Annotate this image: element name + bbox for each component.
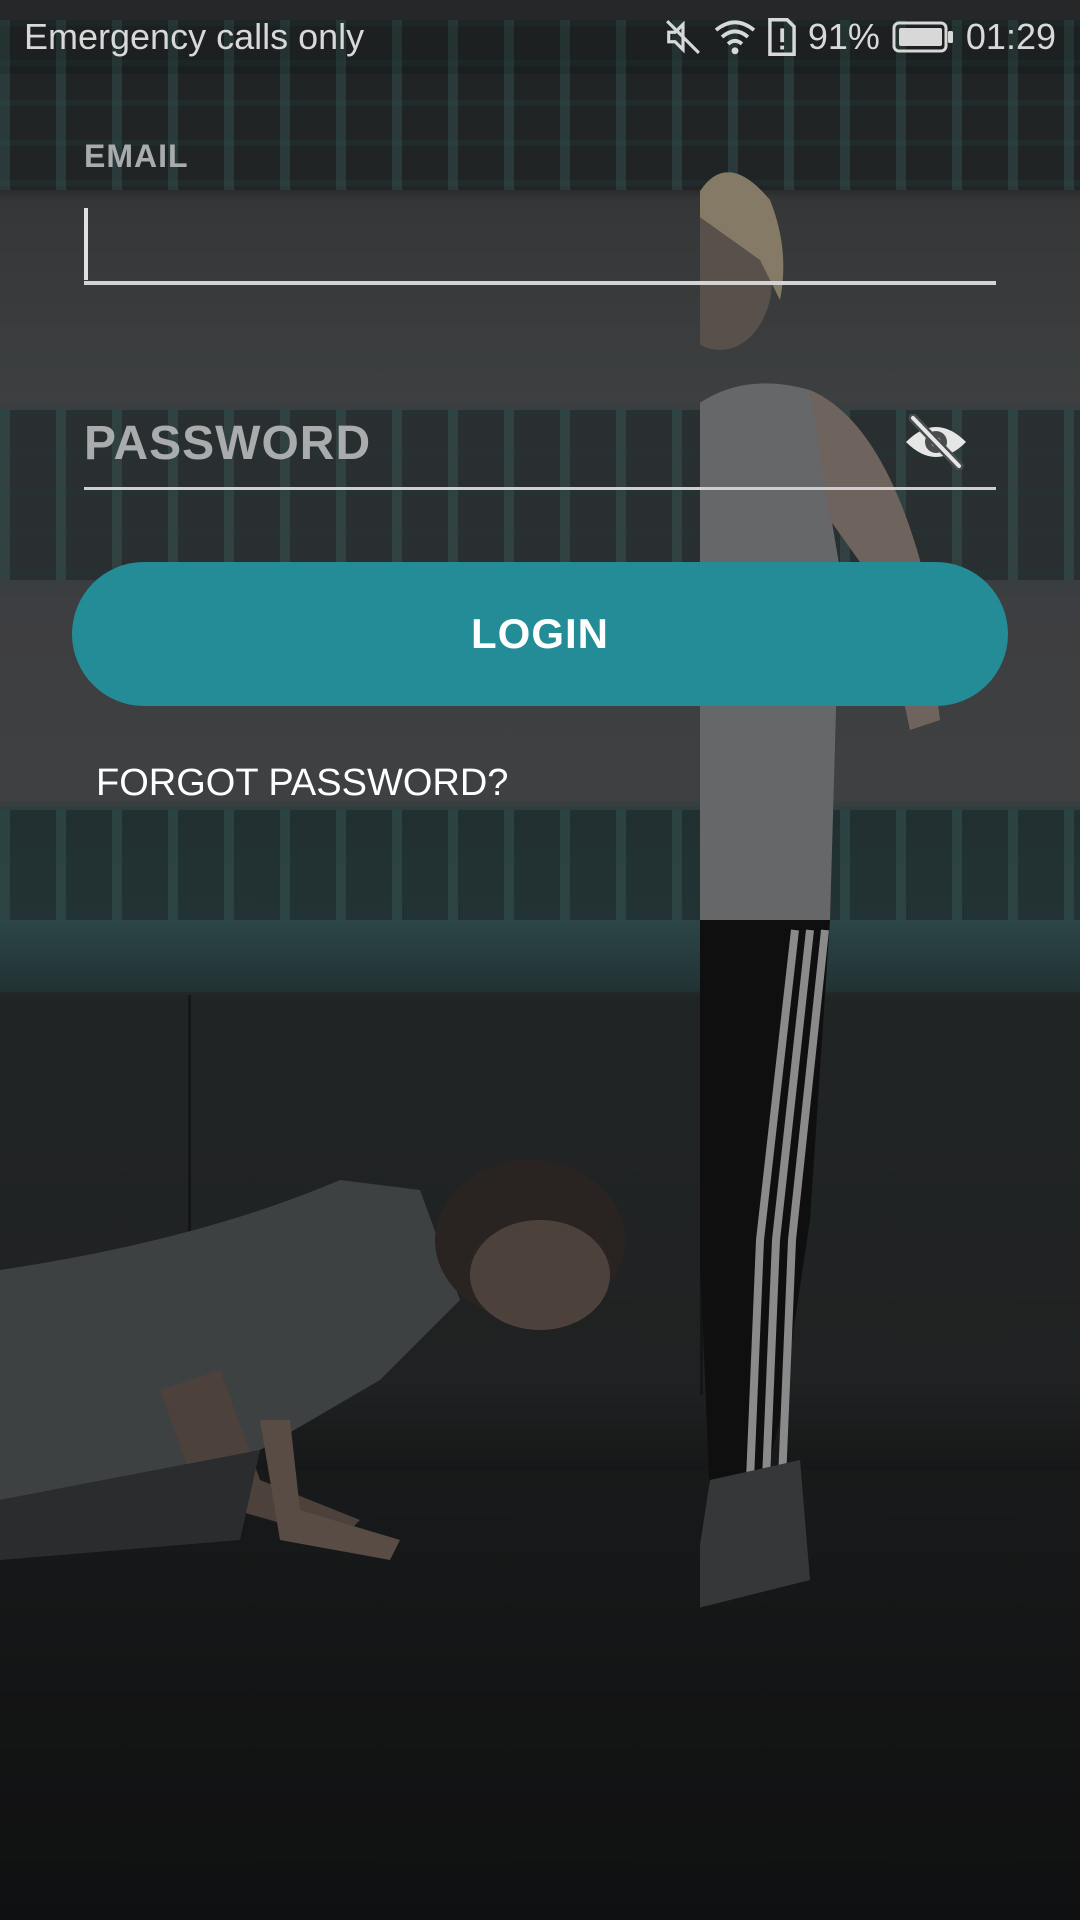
email-field[interactable] bbox=[84, 205, 996, 285]
status-icons: 91% 01:29 bbox=[664, 16, 1056, 58]
carrier-text: Emergency calls only bbox=[24, 16, 365, 57]
text-cursor bbox=[84, 208, 88, 280]
login-button[interactable]: LOGIN bbox=[72, 562, 1008, 706]
mute-icon bbox=[665, 20, 700, 54]
sim-alert-icon bbox=[768, 18, 796, 56]
eye-off-icon bbox=[906, 414, 966, 470]
status-bar: Emergency calls only 91% 01:29 bbox=[0, 0, 1080, 74]
forgot-password-link[interactable]: FORGOT PASSWORD? bbox=[96, 762, 508, 805]
clock: 01:29 bbox=[965, 16, 1056, 57]
wifi-icon bbox=[714, 20, 756, 55]
login-screen: Emergency calls only 91% 01:29 EMAIL LOG… bbox=[0, 0, 1080, 1920]
battery-icon bbox=[892, 21, 954, 53]
password-visibility-toggle[interactable] bbox=[902, 408, 970, 476]
battery-percent: 91% bbox=[807, 16, 880, 57]
email-label: EMAIL bbox=[84, 138, 189, 174]
background-dim-overlay bbox=[0, 0, 1080, 1920]
password-field[interactable] bbox=[84, 400, 996, 490]
